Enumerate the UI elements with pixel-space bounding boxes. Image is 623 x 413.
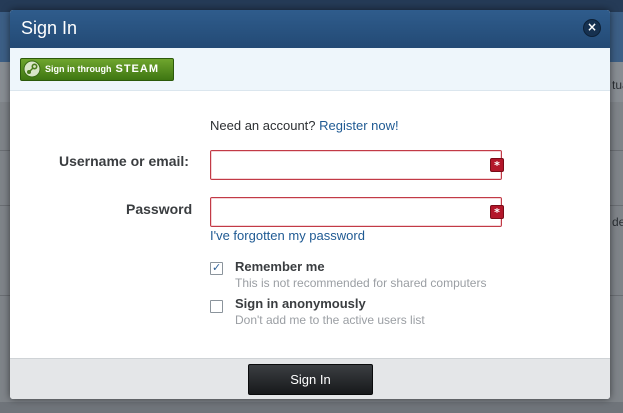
steam-button-prefix: Sign in through xyxy=(45,64,112,74)
username-label: Username or email: xyxy=(59,153,189,169)
close-button[interactable]: × xyxy=(583,19,601,37)
close-icon: × xyxy=(586,20,598,34)
required-icon: * xyxy=(490,205,504,219)
steam-login-strip: Sign in through STEAM xyxy=(10,48,610,91)
register-prompt: Need an account? Register now! xyxy=(210,118,399,133)
steam-button-label: Sign in through STEAM xyxy=(45,63,159,75)
steam-brand-text: STEAM xyxy=(115,63,159,75)
remember-me-checkbox[interactable]: ✓ xyxy=(210,261,223,275)
dialog-title: Sign In xyxy=(21,18,78,38)
sign-in-dialog: Sign In × Sign in through STEAM Need an a… xyxy=(10,10,610,399)
dialog-header: Sign In × xyxy=(10,10,610,48)
password-label: Password xyxy=(126,201,193,217)
sign-in-anonymously-label[interactable]: Sign in anonymously xyxy=(235,296,366,311)
username-input[interactable] xyxy=(210,150,502,180)
sign-in-button[interactable]: Sign In xyxy=(248,364,373,395)
background-text: tua xyxy=(612,78,623,92)
register-link[interactable]: Register now! xyxy=(319,118,398,133)
forgot-password-link[interactable]: I've forgotten my password xyxy=(210,228,365,243)
dialog-footer: Sign In xyxy=(10,358,610,399)
required-icon: * xyxy=(490,158,504,172)
password-input[interactable] xyxy=(210,197,502,227)
background-text: de xyxy=(612,215,623,229)
steam-logo-icon xyxy=(23,60,41,78)
remember-me-label[interactable]: Remember me xyxy=(235,259,325,274)
sign-in-anonymously-hint: Don't add me to the active users list xyxy=(235,313,425,327)
remember-me-hint: This is not recommended for shared compu… xyxy=(235,276,487,290)
sign-in-anonymously-checkbox[interactable] xyxy=(210,300,223,313)
checkmark-icon: ✓ xyxy=(212,261,222,274)
steam-sign-in-button[interactable]: Sign in through STEAM xyxy=(20,58,174,81)
need-account-text: Need an account? xyxy=(210,118,316,133)
